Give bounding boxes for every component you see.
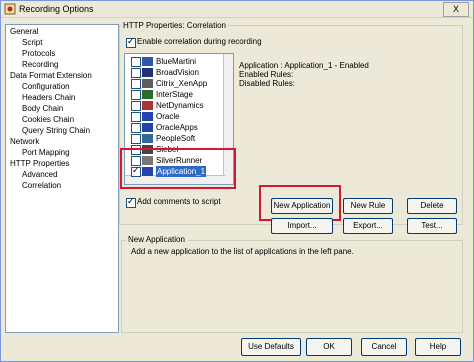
info-application-status: Application : Application_1 - Enabled	[239, 61, 369, 70]
add-comments-label: Add comments to script	[137, 197, 221, 206]
app-label: Citrix_XenApp	[156, 79, 208, 88]
tree-item-label: Network	[10, 137, 40, 146]
app-item[interactable]: Oracle	[129, 111, 229, 122]
interstage-icon	[142, 90, 153, 99]
tree-item-label: Script	[22, 38, 43, 47]
delete-button[interactable]: Delete	[407, 198, 457, 214]
tree-item-label: Recording	[22, 60, 59, 69]
app-checkbox[interactable]	[131, 68, 141, 78]
app-label: OracleApps	[156, 123, 198, 132]
recording-options-window: Recording Options X General Script Protoco…	[0, 0, 474, 362]
tree-item-label: Body Chain	[22, 104, 64, 113]
oracle-icon	[142, 112, 153, 121]
app-label: Oracle	[156, 112, 180, 121]
import-button[interactable]: Import...	[271, 218, 333, 234]
tree-item-cookies-chain[interactable]: Cookies Chain	[22, 114, 74, 125]
application-info: Application : Application_1 - Enabled En…	[239, 61, 459, 181]
peoplesoft-icon	[142, 134, 153, 143]
tree-item-label: Protocols	[22, 49, 56, 58]
tree-item-advanced[interactable]: Advanced	[22, 169, 58, 180]
tree-item-label: HTTP Properties	[10, 159, 70, 168]
oracleapps-icon	[142, 123, 153, 132]
app-label: BlueMartini	[156, 57, 197, 66]
tree-item-protocols[interactable]: Protocols	[22, 48, 55, 59]
app-item[interactable]: Citrix_XenApp	[129, 78, 229, 89]
new-application-highlight	[259, 185, 341, 221]
tree-item-script[interactable]: Script	[22, 37, 42, 48]
app-label: BroadVision	[156, 68, 199, 77]
tree-item-data-format-extension[interactable]: Data Format Extension	[10, 70, 92, 81]
app-item[interactable]: InterStage	[129, 89, 229, 100]
tree-item-label: Port Mapping	[22, 148, 70, 157]
app-item[interactable]: OracleApps	[129, 122, 229, 133]
enable-correlation-label: Enable correlation during recording	[137, 37, 262, 46]
group-title: HTTP Properties: Correlation	[121, 21, 228, 30]
app-checkbox[interactable]	[131, 101, 141, 111]
broadvision-icon	[142, 68, 153, 77]
description-text: Add a new application to the list of app…	[131, 247, 354, 256]
new-rule-button[interactable]: New Rule	[343, 198, 393, 214]
window-title: Recording Options	[19, 4, 94, 14]
info-disabled-rules: Disabled Rules:	[239, 79, 296, 88]
add-comments-checkbox[interactable]	[126, 196, 136, 208]
tree-item-headers-chain[interactable]: Headers Chain	[22, 92, 75, 103]
recording-options-icon	[4, 3, 16, 15]
tree-item-label: Cookies Chain	[22, 115, 75, 124]
test-button[interactable]: Test...	[407, 218, 457, 234]
app-checkbox[interactable]	[131, 79, 141, 89]
cancel-button[interactable]: Cancel	[361, 338, 407, 356]
ok-button[interactable]: OK	[306, 338, 352, 356]
tree-item-general[interactable]: General	[10, 26, 38, 37]
app-checkbox[interactable]	[131, 57, 141, 67]
tree-item-label: Data Format Extension	[10, 71, 92, 80]
app-checkbox[interactable]	[131, 112, 141, 122]
app-checkbox[interactable]	[131, 123, 141, 133]
app-checkbox[interactable]	[131, 90, 141, 100]
app-item[interactable]: BroadVision	[129, 67, 229, 78]
tree-item-label: Headers Chain	[22, 93, 76, 102]
tree-item-port-mapping[interactable]: Port Mapping	[22, 147, 70, 158]
app-label: InterStage	[156, 90, 193, 99]
enable-correlation-checkbox[interactable]	[126, 36, 136, 48]
app-checkbox[interactable]	[131, 134, 141, 144]
tree-item-correlation[interactable]: Correlation	[22, 180, 61, 191]
tree-item-label: General	[10, 27, 39, 36]
bluemartini-icon	[142, 57, 153, 66]
use-defaults-button[interactable]: Use Defaults	[241, 338, 301, 356]
tree-item-label: Configuration	[22, 82, 70, 91]
netdynamics-icon	[142, 101, 153, 110]
tree-item-query-string-chain[interactable]: Query String Chain	[22, 125, 90, 136]
export-button[interactable]: Export...	[343, 218, 393, 234]
app-label: PeopleSoft	[156, 134, 196, 143]
tree-item-label: Query String Chain	[22, 126, 91, 135]
app-item[interactable]: BlueMartini	[129, 56, 229, 67]
app-item[interactable]: PeopleSoft	[129, 133, 229, 144]
options-tree[interactable]: General Script Protocols Recording Data Form…	[5, 24, 119, 333]
app-item[interactable]: NetDynamics	[129, 100, 229, 111]
description-title: New Application	[126, 235, 187, 244]
citrix-icon	[142, 79, 153, 88]
app-selection-highlight	[120, 148, 236, 189]
tree-item-configuration[interactable]: Configuration	[22, 81, 70, 92]
info-enabled-rules: Enabled Rules:	[239, 70, 294, 79]
tree-item-label: Advanced	[22, 170, 58, 179]
tree-item-http-properties[interactable]: HTTP Properties	[10, 158, 69, 169]
title-bar: Recording Options X	[1, 1, 473, 18]
tree-item-body-chain[interactable]: Body Chain	[22, 103, 63, 114]
tree-item-label: Correlation	[22, 181, 62, 190]
app-label: NetDynamics	[156, 101, 204, 110]
close-button[interactable]: X	[443, 2, 469, 17]
tree-item-recording[interactable]: Recording	[22, 59, 58, 70]
tree-item-network[interactable]: Network	[10, 136, 39, 147]
help-button[interactable]: Help	[415, 338, 461, 356]
